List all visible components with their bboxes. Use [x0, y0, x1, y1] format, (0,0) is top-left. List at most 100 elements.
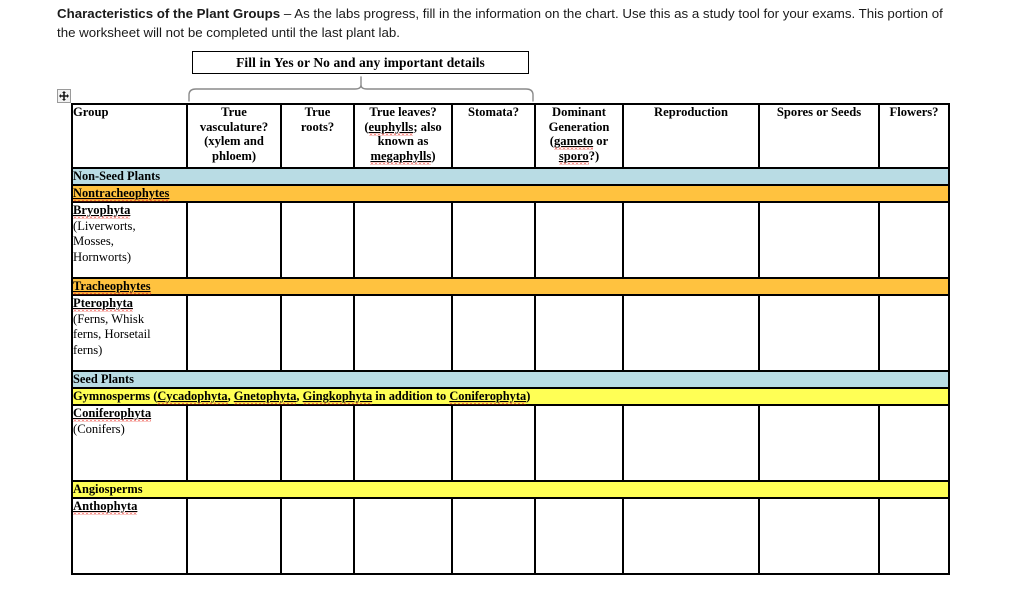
header-line: (	[364, 119, 369, 134]
band-cell-tracheophytes: Tracheophytes	[71, 277, 950, 296]
header-term-sporo: sporo	[558, 148, 589, 163]
table-move-handle[interactable]	[57, 89, 71, 103]
group-name-pterophyta: Pterophyta	[73, 296, 133, 310]
header-term-gameto: gameto	[553, 134, 594, 148]
answer-cell-dominant-generation[interactable]	[534, 404, 624, 482]
header-term-megaphylls: megaphylls	[370, 148, 432, 163]
answer-cell-leaves[interactable]	[353, 201, 453, 279]
curly-brace-icon	[188, 76, 534, 102]
group-detail-line: (Ferns, Whisk	[73, 311, 145, 326]
taxon-gnetophyta: Gnetophyta	[233, 389, 297, 403]
answer-cell-vasculature[interactable]	[186, 294, 282, 372]
group-cell-bryophyta: Bryophyta (Liverworts, Mosses, Hornworts…	[71, 201, 188, 279]
answer-cell-stomata[interactable]	[451, 201, 536, 279]
table-row-pterophyta: Pterophyta (Ferns, Whisk ferns, Horsetai…	[71, 294, 950, 372]
answer-cell-reproduction[interactable]	[622, 404, 760, 482]
answer-cell-roots[interactable]	[280, 294, 355, 372]
band-label-tracheophytes: Tracheophytes	[73, 279, 151, 293]
table-header-row: Group True vasculature? (xylem and phloe…	[71, 103, 950, 169]
answer-cell-vasculature[interactable]	[186, 201, 282, 279]
answer-cell-spores-or-seeds[interactable]	[758, 294, 880, 372]
header-line: roots?	[300, 119, 335, 134]
group-cell-anthophyta: Anthophyta	[71, 497, 188, 575]
answer-cell-stomata[interactable]	[451, 294, 536, 372]
header-true-vasculature: True vasculature? (xylem and phloem)	[186, 103, 282, 169]
answer-cell-reproduction[interactable]	[622, 201, 760, 279]
header-line: vasculature?	[199, 119, 269, 134]
header-group: Group	[71, 103, 188, 169]
move-cross-icon	[59, 91, 69, 101]
answer-cell-dominant-generation[interactable]	[534, 497, 624, 575]
answer-cell-spores-or-seeds[interactable]	[758, 404, 880, 482]
answer-cell-spores-or-seeds[interactable]	[758, 201, 880, 279]
intro-paragraph: Characteristics of the Plant Groups – As…	[57, 4, 957, 42]
band-label-angiosperms: Angiosperms	[71, 480, 950, 499]
answer-cell-flowers[interactable]	[878, 294, 950, 372]
intro-title: Characteristics of the Plant Groups	[57, 6, 281, 21]
band-row-nontracheophytes: Nontracheophytes	[71, 184, 950, 203]
group-detail-line: Mosses,	[73, 234, 114, 248]
header-true-leaves: True leaves? (euphylls; also known as me…	[353, 103, 453, 169]
band-row-gymnosperms: Gymnosperms (Cycadophyta, Gnetophyta, Gi…	[71, 387, 950, 406]
header-true-roots: True roots?	[280, 103, 355, 169]
answer-cell-roots[interactable]	[280, 404, 355, 482]
header-reproduction: Reproduction	[622, 103, 760, 169]
band-row-non-seed-plants: Non-Seed Plants	[71, 167, 950, 186]
table-row-coniferophyta: Coniferophyta (Conifers)	[71, 404, 950, 482]
table-row-bryophyta: Bryophyta (Liverworts, Mosses, Hornworts…	[71, 201, 950, 279]
band-cell-nontracheophytes: Nontracheophytes	[71, 184, 950, 203]
group-detail-line: ferns)	[73, 342, 103, 357]
callout-box: Fill in Yes or No and any important deta…	[192, 51, 529, 74]
gymnosperms-mid: in addition to	[372, 389, 450, 403]
group-name-coniferophyta: Coniferophyta	[73, 406, 152, 420]
header-line: ?)	[588, 148, 600, 163]
header-line: True leaves?	[369, 105, 437, 119]
group-detail-line: ferns, Horsetail	[73, 327, 151, 341]
taxon-coniferophyta: Coniferophyta	[449, 389, 527, 403]
group-detail-line: (Liverworts,	[73, 218, 136, 233]
callout-text: Fill in Yes or No and any important deta…	[236, 54, 485, 70]
answer-cell-flowers[interactable]	[878, 201, 950, 279]
table-row-anthophyta: Anthophyta	[71, 497, 950, 575]
answer-cell-roots[interactable]	[280, 497, 355, 575]
answer-cell-spores-or-seeds[interactable]	[758, 497, 880, 575]
header-line: ; also	[413, 119, 442, 134]
answer-cell-leaves[interactable]	[353, 294, 453, 372]
taxon-gingkophyta: Gingkophyta	[302, 389, 373, 403]
header-stomata: Stomata?	[451, 103, 536, 169]
answer-cell-dominant-generation[interactable]	[534, 201, 624, 279]
band-cell-gymnosperms: Gymnosperms (Cycadophyta, Gnetophyta, Gi…	[71, 387, 950, 406]
answer-cell-dominant-generation[interactable]	[534, 294, 624, 372]
answer-cell-roots[interactable]	[280, 201, 355, 279]
answer-cell-reproduction[interactable]	[622, 497, 760, 575]
group-name-anthophyta: Anthophyta	[73, 499, 138, 513]
header-flowers: Flowers?	[878, 103, 950, 169]
answer-cell-vasculature[interactable]	[186, 497, 282, 575]
band-label-nontracheophytes: Nontracheophytes	[73, 186, 170, 200]
band-row-angiosperms: Angiosperms	[71, 480, 950, 499]
band-label-non-seed-plants: Non-Seed Plants	[71, 167, 950, 186]
answer-cell-vasculature[interactable]	[186, 404, 282, 482]
header-line: )	[431, 148, 436, 163]
answer-cell-stomata[interactable]	[451, 497, 536, 575]
gymnosperms-suffix: )	[526, 389, 531, 403]
band-row-tracheophytes: Tracheophytes	[71, 277, 950, 296]
header-line: known as	[377, 134, 429, 148]
header-line: Dominant	[552, 105, 606, 119]
answer-cell-leaves[interactable]	[353, 497, 453, 575]
header-line: True	[221, 105, 247, 119]
header-spores-or-seeds: Spores or Seeds	[758, 103, 880, 169]
plant-groups-chart: Group True vasculature? (xylem and phloe…	[71, 103, 950, 575]
separator: ,	[296, 389, 303, 403]
group-name-bryophyta: Bryophyta	[73, 203, 131, 217]
answer-cell-flowers[interactable]	[878, 404, 950, 482]
curly-brace-connector	[186, 76, 536, 102]
group-detail-line: (Conifers)	[73, 421, 125, 436]
band-label-seed-plants: Seed Plants	[71, 370, 950, 389]
separator: ,	[227, 389, 234, 403]
answer-cell-flowers[interactable]	[878, 497, 950, 575]
taxon-cycadophyta: Cycadophyta	[157, 389, 228, 403]
answer-cell-stomata[interactable]	[451, 404, 536, 482]
answer-cell-reproduction[interactable]	[622, 294, 760, 372]
answer-cell-leaves[interactable]	[353, 404, 453, 482]
